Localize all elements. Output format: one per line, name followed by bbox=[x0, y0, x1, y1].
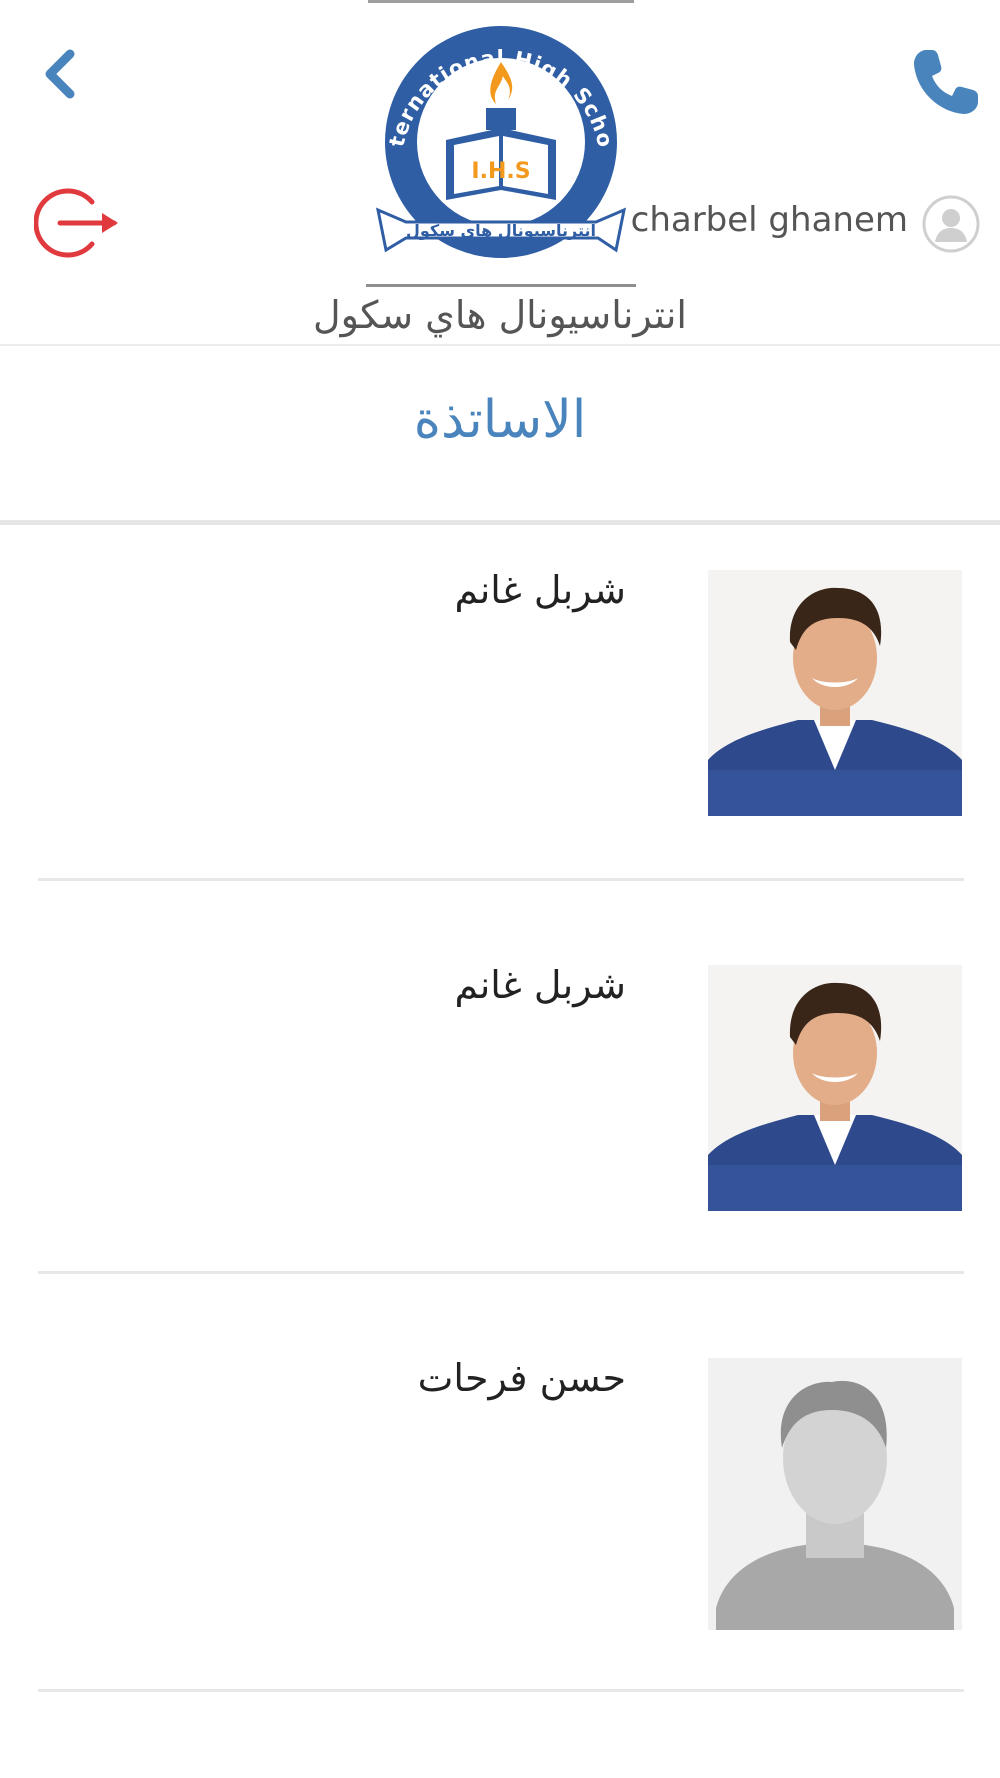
user-avatar-icon bbox=[922, 195, 980, 253]
default-avatar-icon bbox=[708, 1358, 962, 1630]
title-divider bbox=[0, 520, 1000, 525]
header-divider bbox=[0, 344, 1000, 346]
list-divider bbox=[38, 878, 964, 881]
call-button[interactable] bbox=[906, 44, 984, 122]
logout-button[interactable] bbox=[33, 180, 124, 266]
school-name: انترناسيونال هاي سكول bbox=[312, 293, 687, 337]
page-title: الاساتذة bbox=[413, 390, 587, 450]
chevron-left-icon bbox=[45, 49, 75, 99]
teacher-photo bbox=[708, 1358, 962, 1630]
teacher-photo bbox=[708, 570, 962, 816]
list-divider bbox=[38, 1689, 964, 1692]
logo-banner-text: انترناسيونال هاي سكول bbox=[406, 221, 596, 241]
app-header: International High School I.H.S انترناسي… bbox=[0, 0, 1000, 345]
logo-bottom-rule bbox=[366, 284, 636, 287]
logo-initials: I.H.S bbox=[471, 159, 530, 184]
user-name: charbel ghanem bbox=[630, 200, 908, 240]
school-logo: International High School I.H.S انترناسي… bbox=[358, 0, 636, 290]
teacher-name: شربل غانم bbox=[454, 568, 626, 612]
phone-icon bbox=[914, 50, 978, 114]
user-info: charbel ghanem bbox=[631, 195, 980, 255]
back-button[interactable] bbox=[38, 44, 88, 104]
list-divider bbox=[38, 1271, 964, 1274]
logout-icon bbox=[33, 188, 118, 258]
teacher-name: حسن فرحات bbox=[417, 1356, 626, 1400]
teacher-name: شربل غانم bbox=[454, 963, 626, 1007]
teacher-photo bbox=[708, 965, 962, 1211]
